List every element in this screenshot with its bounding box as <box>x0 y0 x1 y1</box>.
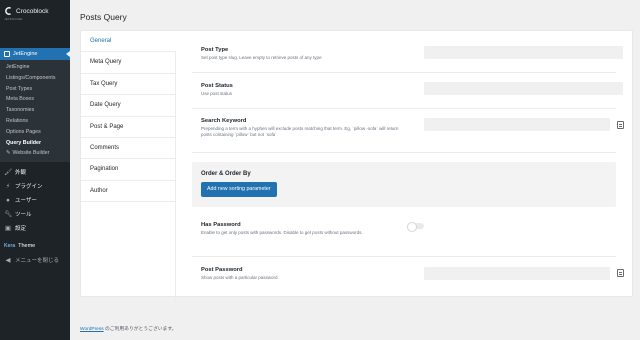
tab-comments[interactable]: Comments <box>81 137 176 160</box>
submenu-relations[interactable]: Relations <box>0 116 70 127</box>
general-tab-content: Post Type Set post type slug. Leave empt… <box>176 31 632 296</box>
sidebar-item-users[interactable]: ● ユーザー <box>0 193 70 207</box>
post-password-label: Post Password <box>201 267 243 273</box>
dynamic-tags-icon[interactable] <box>617 121 624 129</box>
wrench-icon: 🔧︎ <box>4 211 13 219</box>
search-keyword-row: Search Keyword Prepending a term with a … <box>192 109 624 153</box>
search-keyword-input[interactable] <box>424 118 610 131</box>
submenu-options-pages[interactable]: Options Pages <box>0 127 70 138</box>
user-icon: ● <box>6 196 10 204</box>
has-password-label: Has Password <box>201 222 241 228</box>
post-status-desc: Use post status <box>201 91 233 96</box>
tab-general[interactable]: General <box>81 31 176 53</box>
post-type-input[interactable] <box>424 46 623 59</box>
sidebar-item-label: ユーザー <box>15 198 37 205</box>
jetengine-submenu: JetEngine Listings/Components Post Types… <box>0 60 70 163</box>
post-type-row: Post Type Set post type slug. Leave empt… <box>192 31 623 73</box>
submenu-website-builder-label: Website Builder <box>12 150 50 157</box>
settings-icon: ▣ <box>4 225 12 233</box>
submenu-query-builder[interactable]: Query Builder <box>0 138 70 149</box>
theme-badge: Kera <box>4 243 16 250</box>
submenu-website-builder[interactable]: ✎ Website Builder <box>0 148 70 159</box>
sidebar-item-label: 設定 <box>15 226 27 233</box>
brand-label: Crocoblock <box>16 7 49 15</box>
post-password-input[interactable] <box>424 267 610 280</box>
collapse-label: メニューを閉じる <box>15 258 60 265</box>
plugin-icon: ⚡ <box>5 183 11 191</box>
sidebar-item-label: Theme <box>18 243 36 250</box>
order-section: Order & Order By Add new sorting paramet… <box>192 162 616 207</box>
search-keyword-label: Search Keyword <box>201 118 247 124</box>
add-sorting-parameter-button[interactable]: Add new sorting parameter <box>201 182 277 197</box>
sidebar-item-label: ツール <box>15 212 32 219</box>
has-password-desc: Enable to get only posts with passwords.… <box>201 230 363 235</box>
paintbrush-icon: 🖌︎ <box>4 169 13 177</box>
collapse-icon: ◀ <box>5 257 11 265</box>
post-password-desc: Show posts with a particular password <box>201 275 278 280</box>
sidebar-item-label: プラグイン <box>15 184 43 191</box>
tab-pagination[interactable]: Pagination <box>81 159 176 181</box>
crocoblock-logo-icon <box>4 7 13 16</box>
tab-meta-query[interactable]: Meta Query <box>81 52 176 74</box>
sidebar-item-label: JetEngine <box>13 51 38 57</box>
collapse-menu-button[interactable]: ◀ メニューを閉じる <box>0 253 70 267</box>
footer-text: のご利用ありがとうございます。 <box>103 327 177 332</box>
submenu-post-types[interactable]: Post Types <box>0 84 70 95</box>
page-title: Posts Query <box>80 12 127 22</box>
post-type-desc: Set post type slug. Leave empty to retri… <box>201 55 322 60</box>
query-settings-panel: General Meta Query Tax Query Date Query … <box>80 30 633 303</box>
wordpress-link[interactable]: WordPress <box>80 327 104 332</box>
dynamic-tags-icon[interactable] <box>617 269 624 277</box>
sidebar-item-plugins[interactable]: ⚡ プラグイン <box>0 179 70 193</box>
sidebar-item-appearance[interactable]: 🖌︎ 外観 <box>0 165 70 179</box>
wand-icon: ✎ <box>6 150 11 157</box>
tab-tax-query[interactable]: Tax Query <box>81 73 176 96</box>
submenu-taxonomies[interactable]: Taxonomies <box>0 105 70 116</box>
tab-date-query[interactable]: Date Query <box>81 95 176 117</box>
order-label: Order & Order By <box>201 171 251 177</box>
post-status-label: Post Status <box>201 83 233 89</box>
sidebar-item-settings[interactable]: ▣ 設定 <box>0 221 70 235</box>
brand-sublabel: JETENGINE <box>4 17 23 21</box>
has-password-row: Has Password Enable to get only posts wi… <box>192 213 616 257</box>
has-password-toggle[interactable] <box>407 222 424 232</box>
post-status-row: Post Status Use post status <box>192 73 623 109</box>
jetengine-icon <box>4 51 10 57</box>
sidebar-item-theme[interactable]: Kera Theme <box>0 239 70 253</box>
admin-sidebar: Crocoblock JETENGINE JetEngine JetEngine… <box>0 0 70 340</box>
sidebar-item-jetengine[interactable]: JetEngine <box>0 48 70 60</box>
search-keyword-desc: Prepending a term with a hyphen will exc… <box>201 126 399 138</box>
sidebar-item-label: 外観 <box>15 170 27 177</box>
query-tabs: General Meta Query Tax Query Date Query … <box>81 31 176 303</box>
tab-post-page[interactable]: Post & Page <box>81 116 176 138</box>
post-password-row: Post Password Show posts with a particul… <box>192 257 624 295</box>
submenu-jetengine[interactable]: JetEngine <box>0 62 70 73</box>
admin-footer: WordPress のご利用ありがとうございます。 <box>80 325 176 332</box>
tabs-divider <box>81 202 176 303</box>
sidebar-item-tools[interactable]: 🔧︎ ツール <box>0 207 70 221</box>
submenu-meta-boxes[interactable]: Meta Boxes <box>0 94 70 105</box>
submenu-listings[interactable]: Listings/Components <box>0 73 70 84</box>
tab-author[interactable]: Author <box>81 180 176 203</box>
post-status-input[interactable] <box>424 82 623 95</box>
post-type-label: Post Type <box>201 47 229 53</box>
